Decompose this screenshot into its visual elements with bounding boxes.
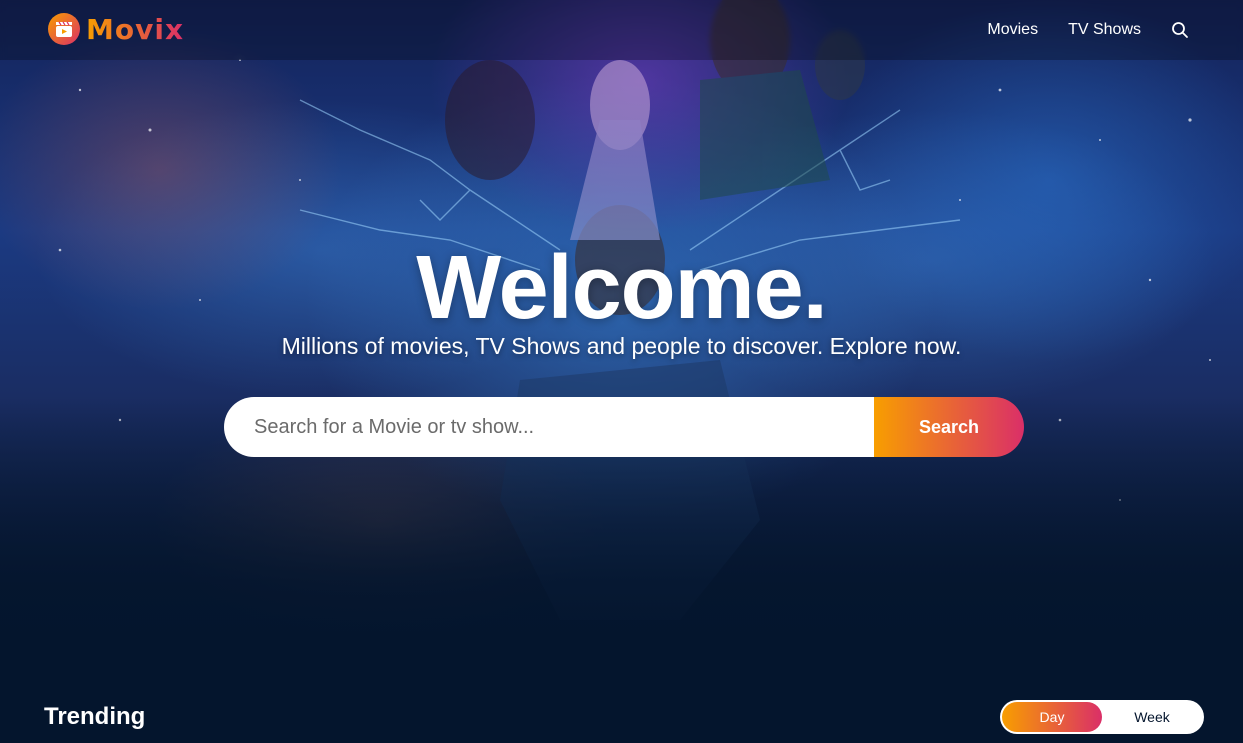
search-icon[interactable] <box>1171 21 1189 39</box>
trending-title: Trending <box>44 703 146 730</box>
search-input[interactable] <box>224 397 874 457</box>
nav-movies[interactable]: Movies <box>987 21 1038 39</box>
hero-title: Welcome. <box>416 238 828 338</box>
hero-subtitle: Millions of movies, TV Shows and people … <box>281 333 962 359</box>
tab-day[interactable]: Day <box>1002 702 1102 732</box>
tab-week[interactable]: Week <box>1102 702 1202 732</box>
movie-clapper-icon <box>48 13 80 45</box>
site-header: Movix Movies TV Shows <box>0 0 1243 60</box>
movix-logo[interactable]: Movix <box>48 12 184 46</box>
nav-tv-shows[interactable]: TV Shows <box>1068 21 1141 39</box>
search-button[interactable]: Search <box>874 397 1024 457</box>
hero-section: Welcome. Millions of movies, TV Shows an… <box>0 238 1243 361</box>
main-nav: Movies TV Shows <box>957 0 1189 60</box>
hero-search-bar: Search <box>224 397 1024 457</box>
logo-wordmark: Movix <box>86 12 185 46</box>
trending-period-switch: Day Week <box>1000 700 1204 734</box>
